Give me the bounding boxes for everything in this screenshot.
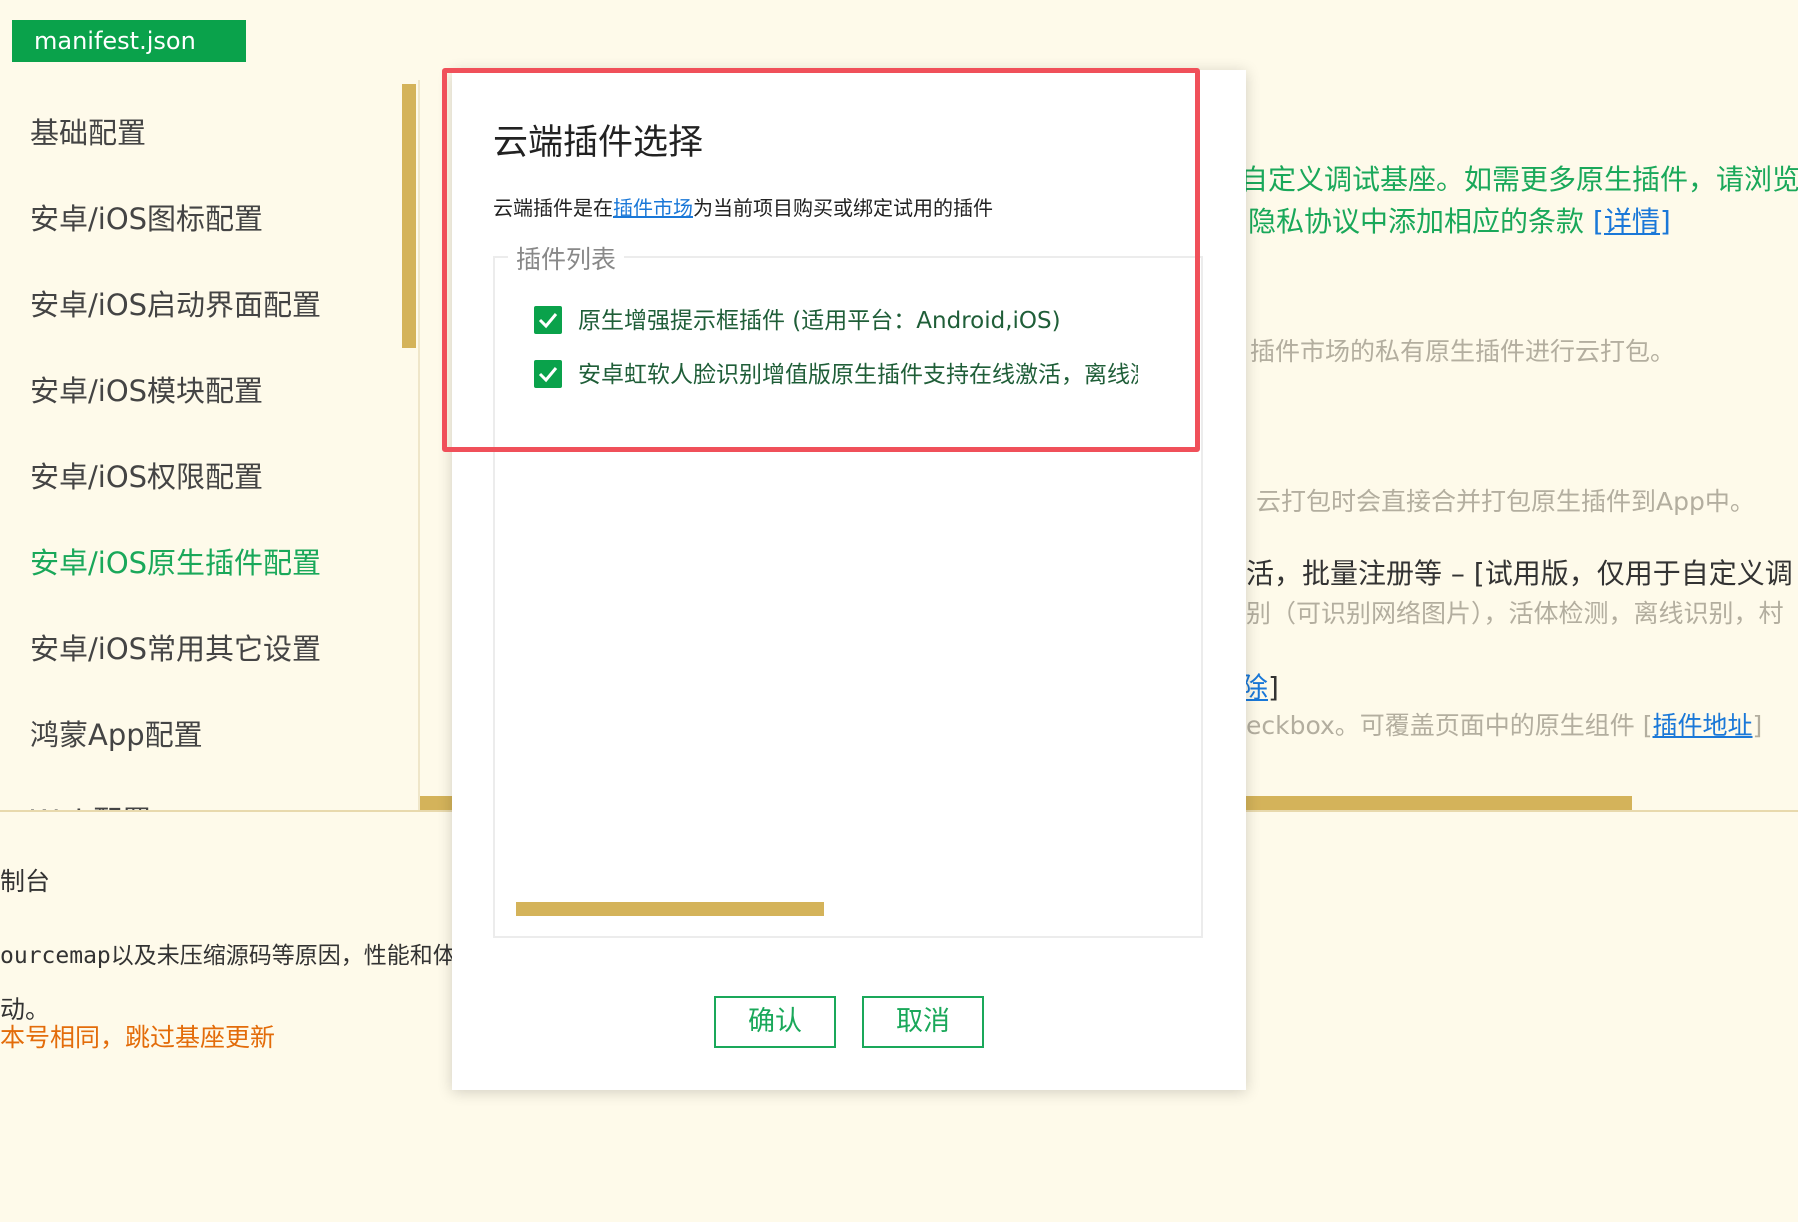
- content-line-3: 插件市场的私有原生插件进行云打包。: [1250, 337, 1676, 366]
- content-line-2: 隐私协议中添加相应的条款 [详情]: [1248, 200, 1671, 240]
- content-line-6: 别（可识别网络图片），活体检测，离线识别，村: [1246, 599, 1784, 628]
- sidebar-item-web[interactable]: Web配置: [30, 798, 151, 810]
- file-tab-manifest[interactable]: manifest.json: [12, 20, 246, 62]
- details-link[interactable]: [详情]: [1593, 205, 1671, 238]
- settings-sidebar: 基础配置 安卓/iOS图标配置 安卓/iOS启动界面配置 安卓/iOS模块配置 …: [0, 80, 420, 810]
- confirm-button[interactable]: 确认: [714, 996, 836, 1048]
- console-title: 制台: [0, 867, 51, 896]
- sidebar-item-permissions[interactable]: 安卓/iOS权限配置: [30, 454, 263, 496]
- sidebar-item-icon[interactable]: 安卓/iOS图标配置: [30, 196, 263, 238]
- console-line-1: ourcemap以及未压缩源码等原因，性能和体: [0, 943, 456, 969]
- plugin-address-link[interactable]: 插件地址: [1653, 711, 1753, 740]
- sidebar-item-splash[interactable]: 安卓/iOS启动界面配置: [30, 282, 321, 324]
- sidebar-divider: [418, 80, 420, 810]
- sidebar-item-modules[interactable]: 安卓/iOS模块配置: [30, 368, 263, 410]
- console-line-3: 本号相同，跳过基座更新: [0, 1023, 276, 1052]
- content-line-5: 活，批量注册等 – [试用版，仅用于自定义调: [1246, 557, 1793, 590]
- plugin-list-scrollbar[interactable]: [516, 902, 824, 916]
- sidebar-item-other[interactable]: 安卓/iOS常用其它设置: [30, 626, 321, 668]
- highlight-annotation-box: [442, 68, 1200, 452]
- content-line-8-text: eckbox。可覆盖页面中的原生组件 [: [1246, 711, 1653, 740]
- content-line-8-tail: ]: [1752, 711, 1763, 740]
- sidebar-item-basic[interactable]: 基础配置: [30, 110, 146, 152]
- sidebar-item-native-plugins[interactable]: 安卓/iOS原生插件配置: [30, 540, 321, 582]
- content-line-4: 云打包时会直接合并打包原生插件到App中。: [1256, 487, 1755, 516]
- content-line-2-text: 隐私协议中添加相应的条款: [1248, 205, 1585, 238]
- content-line-8: eckbox。可覆盖页面中的原生组件 [插件地址]: [1246, 706, 1762, 742]
- sidebar-item-harmony[interactable]: 鸿蒙App配置: [30, 712, 203, 754]
- content-line-7-tail: ]: [1268, 671, 1279, 704]
- cancel-button[interactable]: 取消: [862, 996, 984, 1048]
- sidebar-scrollbar[interactable]: [402, 84, 416, 348]
- content-line-1: 自定义调试基座。如需更多原生插件，请浏览插: [1240, 163, 1798, 196]
